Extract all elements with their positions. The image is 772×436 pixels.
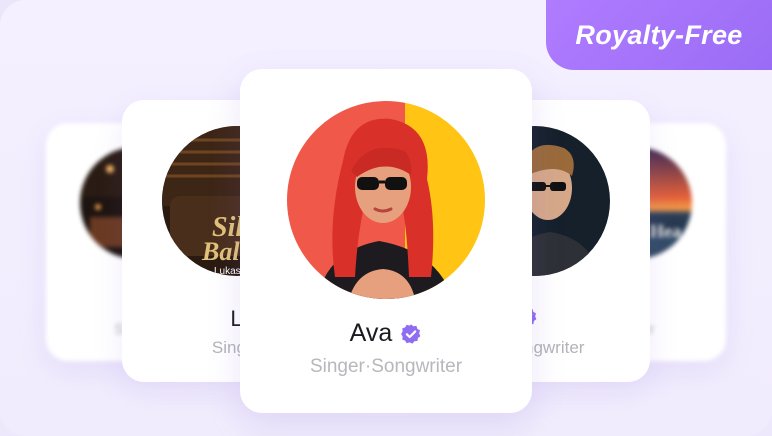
artist-name-text: Ava bbox=[349, 319, 393, 347]
cover-text: Hea bbox=[650, 221, 681, 241]
artist-name: Ava bbox=[240, 319, 532, 348]
cover-artist: Lukas bbox=[214, 266, 241, 276]
verified-badge-icon bbox=[400, 323, 422, 345]
woman-sunglasses-portrait-icon bbox=[287, 101, 485, 299]
royalty-free-badge: Royalty-Free bbox=[546, 0, 772, 70]
artist-card-center[interactable]: Ava Singer·Songwriter bbox=[240, 69, 532, 413]
artist-role: Singer·Songwriter bbox=[309, 356, 463, 377]
royalty-free-label: Royalty-Free bbox=[575, 19, 743, 50]
cover-title-line2: Bal bbox=[201, 237, 240, 266]
